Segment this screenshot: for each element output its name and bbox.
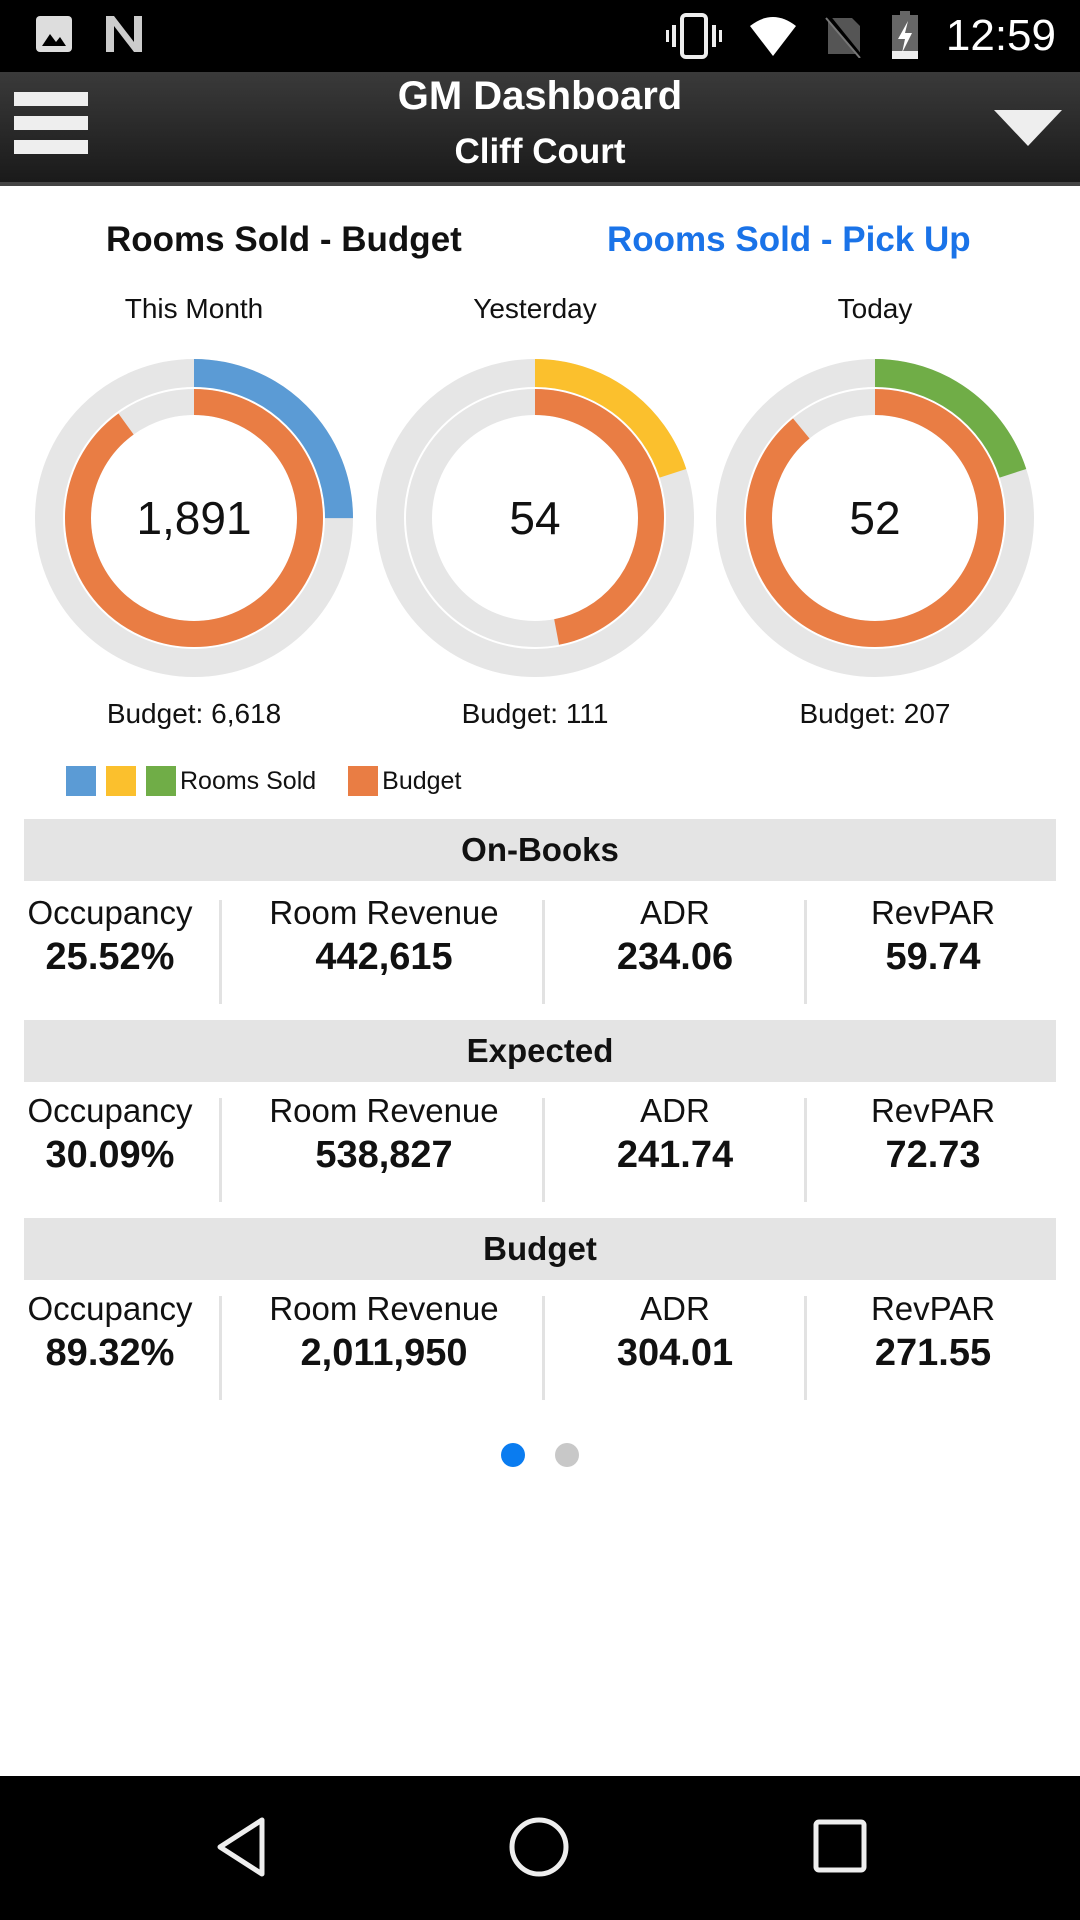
metric-value: 89.32% [45, 1332, 175, 1374]
page-indicator [0, 1443, 1080, 1467]
metric-value: 241.74 [616, 1134, 734, 1176]
metrics-row-on-books: Occupancy 25.52% Room Revenue 442,615 ADR 2… [24, 894, 1056, 1004]
metric-label: RevPAR [870, 894, 996, 931]
rooms-sold-value: 54 [509, 492, 561, 544]
metric-label: Occupancy [27, 1092, 193, 1129]
recents-icon[interactable] [812, 1818, 868, 1874]
metric-value: 59.74 [885, 936, 981, 978]
image-notification-icon [36, 16, 72, 52]
divider [219, 1296, 222, 1400]
status-bar: 12:59 [0, 0, 1080, 72]
legend-swatch-orange [348, 766, 379, 796]
metric-label: ADR [640, 894, 710, 931]
metric-value: 25.52% [45, 936, 175, 978]
tab-rooms-sold-pick-up[interactable]: Rooms Sold - Pick Up [607, 220, 971, 260]
metric-room-revenue: Room Revenue 538,827 [224, 1092, 544, 1177]
metric-value: 234.06 [616, 936, 734, 978]
budget-label: Budget: 207 [799, 698, 951, 729]
metrics-row-expected: Occupancy 30.09% Room Revenue 538,827 ADR 2… [24, 1092, 1056, 1202]
divider [804, 900, 807, 1004]
metric-label: Occupancy [27, 1290, 193, 1327]
page-dot-active[interactable] [501, 1443, 525, 1467]
divider [542, 1296, 545, 1400]
section-header-on-books: On-Books [24, 819, 1056, 881]
donut-chart-this-month: 1,891 [34, 358, 354, 678]
metric-revpar: RevPAR 59.74 [808, 894, 1058, 979]
legend-label-rooms-sold: Rooms Sold [180, 766, 317, 795]
metric-label: ADR [640, 1092, 710, 1129]
metric-label: Room Revenue [269, 1092, 499, 1129]
metric-label: Room Revenue [269, 894, 499, 931]
chart-legend: Rooms Sold Budget [66, 766, 461, 796]
no-sim-icon [825, 14, 864, 58]
rooms-sold-value: 1,891 [136, 492, 252, 544]
metric-room-revenue: Room Revenue 2,011,950 [224, 1290, 544, 1375]
legend-swatch-green [146, 766, 176, 796]
legend-swatch-blue [66, 766, 96, 796]
divider [542, 900, 545, 1004]
chart-tabs: Rooms Sold - Budget Rooms Sold - Pick Up [0, 220, 1080, 280]
metric-revpar: RevPAR 271.55 [808, 1290, 1058, 1375]
back-icon[interactable] [212, 1816, 272, 1878]
metric-adr: ADR 234.06 [546, 894, 804, 979]
wifi-icon [749, 17, 796, 56]
section-header-budget: Budget [24, 1218, 1056, 1280]
page-title: GM Dashboard [397, 74, 683, 118]
divider [804, 1098, 807, 1202]
metric-label: Room Revenue [269, 1290, 499, 1327]
donut-chart-today: 52 [715, 358, 1035, 678]
metric-value: 2,011,950 [300, 1332, 468, 1374]
metric-value: 271.55 [874, 1332, 992, 1374]
divider [219, 900, 222, 1004]
divider [542, 1098, 545, 1202]
metric-label: RevPAR [870, 1092, 996, 1129]
metric-value: 304.01 [616, 1332, 734, 1374]
metric-revpar: RevPAR 72.73 [808, 1092, 1058, 1177]
divider [219, 1098, 222, 1202]
metric-label: ADR [640, 1290, 710, 1327]
period-label: Today [837, 293, 913, 324]
n-notification-icon [106, 16, 142, 52]
battery-charging-icon [891, 11, 918, 59]
metric-value: 30.09% [45, 1134, 175, 1176]
metric-adr: ADR 241.74 [546, 1092, 804, 1177]
metric-label: Occupancy [27, 894, 193, 931]
donut-chart-yesterday: 54 [375, 358, 695, 678]
legend-swatch-yellow [106, 766, 136, 796]
budget-label: Budget: 111 [461, 698, 609, 729]
metric-value: 538,827 [315, 1134, 453, 1176]
metric-room-revenue: Room Revenue 442,615 [224, 894, 544, 979]
tab-rooms-sold-budget[interactable]: Rooms Sold - Budget [106, 220, 462, 260]
vibrate-icon [665, 13, 722, 59]
metric-adr: ADR 304.01 [546, 1290, 804, 1375]
app-bar: GM Dashboard Cliff Court [0, 72, 1080, 186]
metric-label: RevPAR [870, 1290, 996, 1327]
divider [804, 1296, 807, 1400]
dropdown-triangle-icon[interactable] [994, 110, 1062, 146]
period-label: Yesterday [473, 293, 597, 324]
page-dot[interactable] [555, 1443, 579, 1467]
section-header-expected: Expected [24, 1020, 1056, 1082]
period-label: This Month [124, 293, 264, 324]
property-name: Cliff Court [454, 132, 626, 171]
home-icon[interactable] [508, 1816, 570, 1878]
budget-label: Budget: 6,618 [106, 698, 282, 729]
navigation-bar [0, 1776, 1080, 1920]
metric-occupancy: Occupancy 30.09% [24, 1092, 196, 1177]
metrics-row-budget: Occupancy 89.32% Room Revenue 2,011,950 AD… [24, 1290, 1056, 1400]
clock: 12:59 [945, 11, 1056, 60]
metric-occupancy: Occupancy 25.52% [24, 894, 196, 979]
legend-label-budget: Budget [382, 766, 462, 795]
metric-value: 72.73 [885, 1134, 981, 1176]
rooms-sold-value: 52 [849, 492, 901, 544]
metric-value: 442,615 [315, 936, 453, 978]
metric-occupancy: Occupancy 89.32% [24, 1290, 196, 1375]
